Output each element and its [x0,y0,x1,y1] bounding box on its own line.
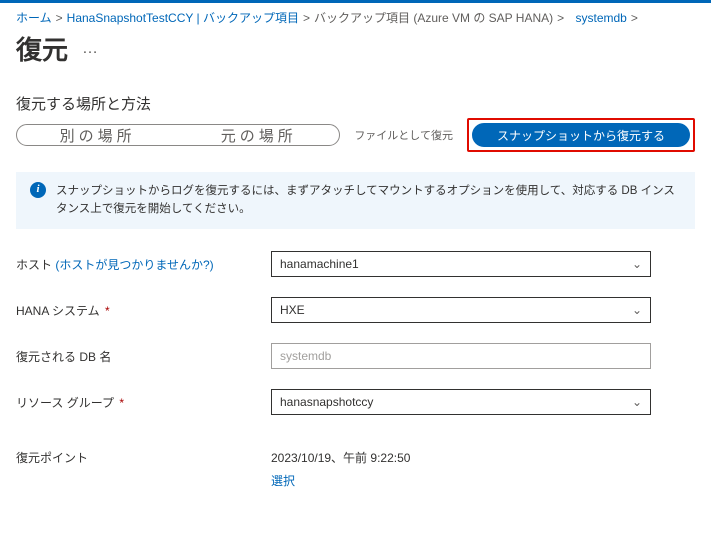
chevron-right-icon: > [303,11,310,25]
restore-method-tabs: 別の場所 元の場所 ファイルとして復元 スナップショットから復元する [16,118,695,152]
tab-orig-location[interactable]: 元の場所 [178,125,339,146]
required-indicator: * [119,396,124,410]
host-not-found-link[interactable]: (ホストが見つかりませんか?) [52,258,214,272]
chevron-right-icon: > [557,11,564,25]
chevron-right-icon: > [631,11,638,25]
more-icon[interactable]: … [82,40,99,58]
resource-group-value: hanasnapshotccy [280,395,373,409]
chevron-down-icon: ⌄ [632,257,642,271]
restored-db-field: systemdb [271,343,651,369]
resource-group-select[interactable]: hanasnapshotccy ⌄ [271,389,651,415]
required-indicator: * [105,304,110,318]
page-title: 復元 [16,30,68,67]
host-label: ホスト (ホストが見つかりませんか?) [16,251,271,273]
info-banner: i スナップショットからログを復元するには、まずアタッチしてマウントするオプショ… [16,172,695,229]
host-select[interactable]: hanamachine1 ⌄ [271,251,651,277]
info-text: スナップショットからログを復元するには、まずアタッチしてマウントするオプションを… [56,182,681,219]
host-value: hanamachine1 [280,257,359,271]
breadcrumb-item-1[interactable]: HanaSnapshotTestCCY | バックアップ項目 [67,9,299,26]
chevron-down-icon: ⌄ [632,303,642,317]
tab-restore-from-snapshot[interactable]: スナップショットから復元する [472,123,690,147]
restored-db-label: 復元される DB 名 [16,343,271,365]
restore-point-label: 復元ポイント [16,449,271,466]
breadcrumb-item-3[interactable]: systemdb [576,11,627,25]
restore-point-value: 2023/10/19、午前 9:22:50 [271,449,651,466]
hana-system-select[interactable]: HXE ⌄ [271,297,651,323]
breadcrumb: ホーム > HanaSnapshotTestCCY | バックアップ項目 > バ… [0,3,711,26]
tab-restore-as-files[interactable]: ファイルとして復元 [340,127,467,143]
hana-system-label: HANA システム * [16,297,271,319]
chevron-down-icon: ⌄ [632,395,642,409]
info-icon: i [30,182,46,198]
breadcrumb-home[interactable]: ホーム [16,9,52,26]
section-heading: 復元する場所と方法 [16,93,695,114]
resource-group-label: リソース グループ * [16,389,271,411]
breadcrumb-item-2: バックアップ項目 (Azure VM の SAP HANA) [314,9,553,26]
title-bar: 復元 … [0,26,711,81]
restore-point-select-link[interactable]: 選択 [271,472,295,489]
restored-db-value: systemdb [280,349,331,363]
chevron-right-icon: > [56,11,63,25]
tab-alt-location[interactable]: 別の場所 [17,125,178,146]
hana-system-value: HXE [280,303,305,317]
tab-restore-from-snapshot-highlight: スナップショットから復元する [467,118,695,152]
tab-group-locations[interactable]: 別の場所 元の場所 [16,124,340,146]
